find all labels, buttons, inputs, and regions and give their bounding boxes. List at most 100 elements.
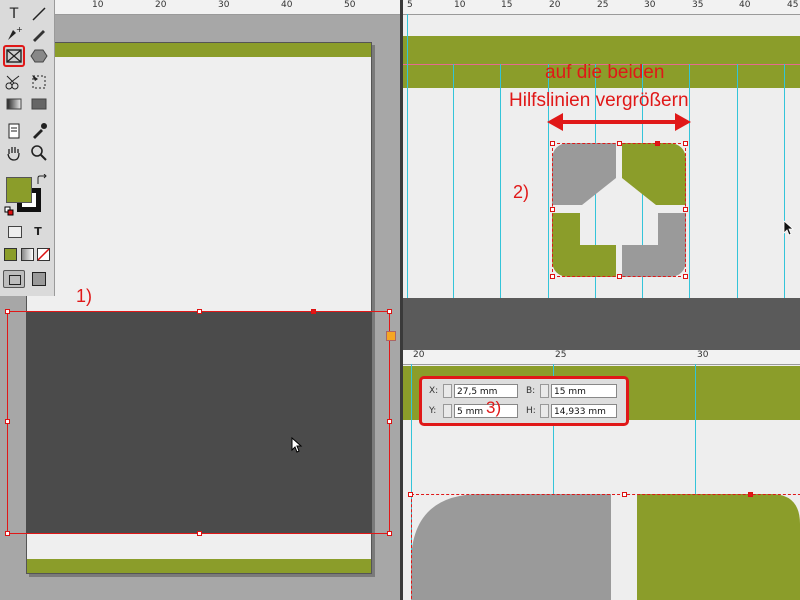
left-document-view: 10 20 30 40 50 1) T + T (0, 0, 400, 600)
eyedropper-tool-icon[interactable] (29, 121, 49, 141)
resize-handle[interactable] (197, 531, 202, 536)
ruler-tick-label: 10 (454, 0, 466, 10)
ruler-tick-label: 5 (407, 0, 413, 10)
column-guide[interactable] (500, 64, 501, 298)
line-tool-icon[interactable] (29, 4, 49, 24)
type-tool[interactable]: T (4, 4, 24, 24)
resize-handle[interactable] (5, 419, 10, 424)
gradient-tool-icon[interactable] (4, 94, 24, 114)
hand-tool-icon[interactable] (4, 143, 24, 163)
resize-handle[interactable] (683, 141, 688, 146)
height-spinner[interactable] (540, 404, 549, 418)
height-label: H: (526, 406, 536, 416)
column-guide[interactable] (689, 64, 690, 298)
normal-view-mode-button[interactable] (3, 270, 25, 288)
column-guide[interactable] (737, 64, 738, 298)
step-1-label: 1) (76, 286, 93, 306)
rectangle-frame-tool[interactable] (3, 45, 25, 67)
resize-handle[interactable] (683, 207, 688, 212)
resize-handle[interactable] (387, 419, 392, 424)
ruler-tick-label: 20 (413, 350, 425, 360)
top-green-bar (27, 43, 371, 57)
ruler-tick-label: 35 (692, 0, 704, 10)
width-spinner[interactable] (540, 384, 549, 398)
instruction-line-2: Hilfslinien vergrößern (509, 90, 689, 111)
scissors-tool-icon[interactable] (4, 72, 24, 92)
apply-color-button[interactable] (4, 248, 17, 261)
resize-handle[interactable] (550, 207, 555, 212)
resize-handle[interactable] (622, 492, 627, 497)
pen-tool-icon[interactable]: + (4, 24, 24, 44)
apply-gradient-button[interactable] (21, 248, 34, 261)
resize-handle[interactable] (550, 141, 555, 146)
tools-panel: T + T (0, 0, 55, 296)
formatting-text-button[interactable]: T (28, 222, 48, 242)
ruler-tick-label: 30 (697, 350, 709, 360)
x-spinner[interactable] (443, 384, 452, 398)
ruler-tick-label: 45 (787, 0, 799, 10)
instruction-line-1: auf die beiden (545, 62, 665, 83)
horizontal-ruler[interactable]: 20 25 30 (403, 350, 800, 365)
swap-colors-icon[interactable] (36, 174, 48, 186)
horizontal-ruler[interactable]: 10 20 30 40 50 (0, 0, 400, 15)
apply-none-icon[interactable] (37, 248, 50, 261)
ruler-tick-label: 30 (644, 0, 656, 10)
width-label: B: (526, 386, 536, 396)
resize-handle[interactable] (197, 309, 202, 314)
gradient-feather-tool-icon[interactable] (29, 94, 49, 114)
resize-handle[interactable] (387, 309, 392, 314)
horizontal-ruler[interactable]: 5 10 15 20 25 30 35 40 45 (403, 0, 800, 15)
x-label: X: (429, 386, 439, 396)
ruler-tick-label: 30 (218, 0, 230, 10)
resize-handle[interactable] (5, 309, 10, 314)
zoom-tool-icon[interactable] (29, 143, 49, 163)
formatting-container-button[interactable] (8, 226, 22, 238)
resize-handle[interactable] (683, 274, 688, 279)
resize-handle[interactable] (5, 531, 10, 536)
resize-handle[interactable] (655, 141, 660, 146)
transform-control-group: X: 27,5 mm Y: 5 mm B: 15 mm H: 14,933 mm… (419, 376, 629, 426)
double-arrow-icon (547, 113, 691, 131)
logo-selection-box[interactable] (552, 143, 686, 277)
logo-selection-box[interactable] (411, 494, 800, 600)
y-label: Y: (429, 406, 437, 416)
svg-text:+: + (16, 25, 23, 34)
ruler-tick-label: 25 (555, 350, 567, 360)
column-guide[interactable] (784, 64, 785, 298)
width-field[interactable]: 15 mm (551, 384, 617, 398)
free-transform-tool-icon[interactable] (29, 72, 49, 92)
polygon-tool-icon[interactable] (29, 46, 49, 66)
fill-swatch[interactable] (6, 177, 32, 203)
ruler-tick-label: 25 (597, 0, 609, 10)
ruler-tick-label: 15 (501, 0, 513, 10)
arrow-cursor-icon (783, 220, 795, 236)
resize-handle[interactable] (550, 274, 555, 279)
resize-handle[interactable] (617, 274, 622, 279)
step-2-label: 2) (513, 182, 530, 202)
resize-handle[interactable] (748, 492, 753, 497)
ruler-tick-label: 10 (92, 0, 104, 10)
zoomed-control-view: 20 25 30 X: 27,5 mm Y: 5 mm B: 15 mm H: … (403, 350, 800, 600)
resize-handle[interactable] (617, 141, 622, 146)
step-3-label: 3) (486, 398, 502, 417)
preview-mode-button[interactable] (32, 272, 46, 286)
note-tool-icon[interactable] (4, 121, 24, 141)
ruler-tick-label: 20 (549, 0, 561, 10)
ruler-tick-label: 20 (155, 0, 167, 10)
zoomed-logo-view: 5 10 15 20 25 30 35 40 45 auf die beiden… (403, 0, 800, 298)
default-colors-icon[interactable] (4, 206, 14, 216)
resize-handle[interactable] (408, 492, 413, 497)
rectangle-frame-icon (6, 49, 22, 63)
resize-handle[interactable] (311, 309, 316, 314)
pencil-tool-icon[interactable] (29, 24, 49, 44)
column-guide[interactable] (453, 64, 454, 298)
ruler-tick-label: 40 (739, 0, 751, 10)
resize-handle[interactable] (387, 531, 392, 536)
height-field[interactable]: 14,933 mm (551, 404, 617, 418)
column-guide[interactable] (407, 14, 408, 298)
out-port-icon[interactable] (386, 331, 396, 341)
y-spinner[interactable] (443, 404, 452, 418)
x-field[interactable]: 27,5 mm (454, 384, 518, 398)
selection-bounding-box[interactable] (7, 311, 390, 534)
arrow-cursor-icon (291, 437, 303, 453)
